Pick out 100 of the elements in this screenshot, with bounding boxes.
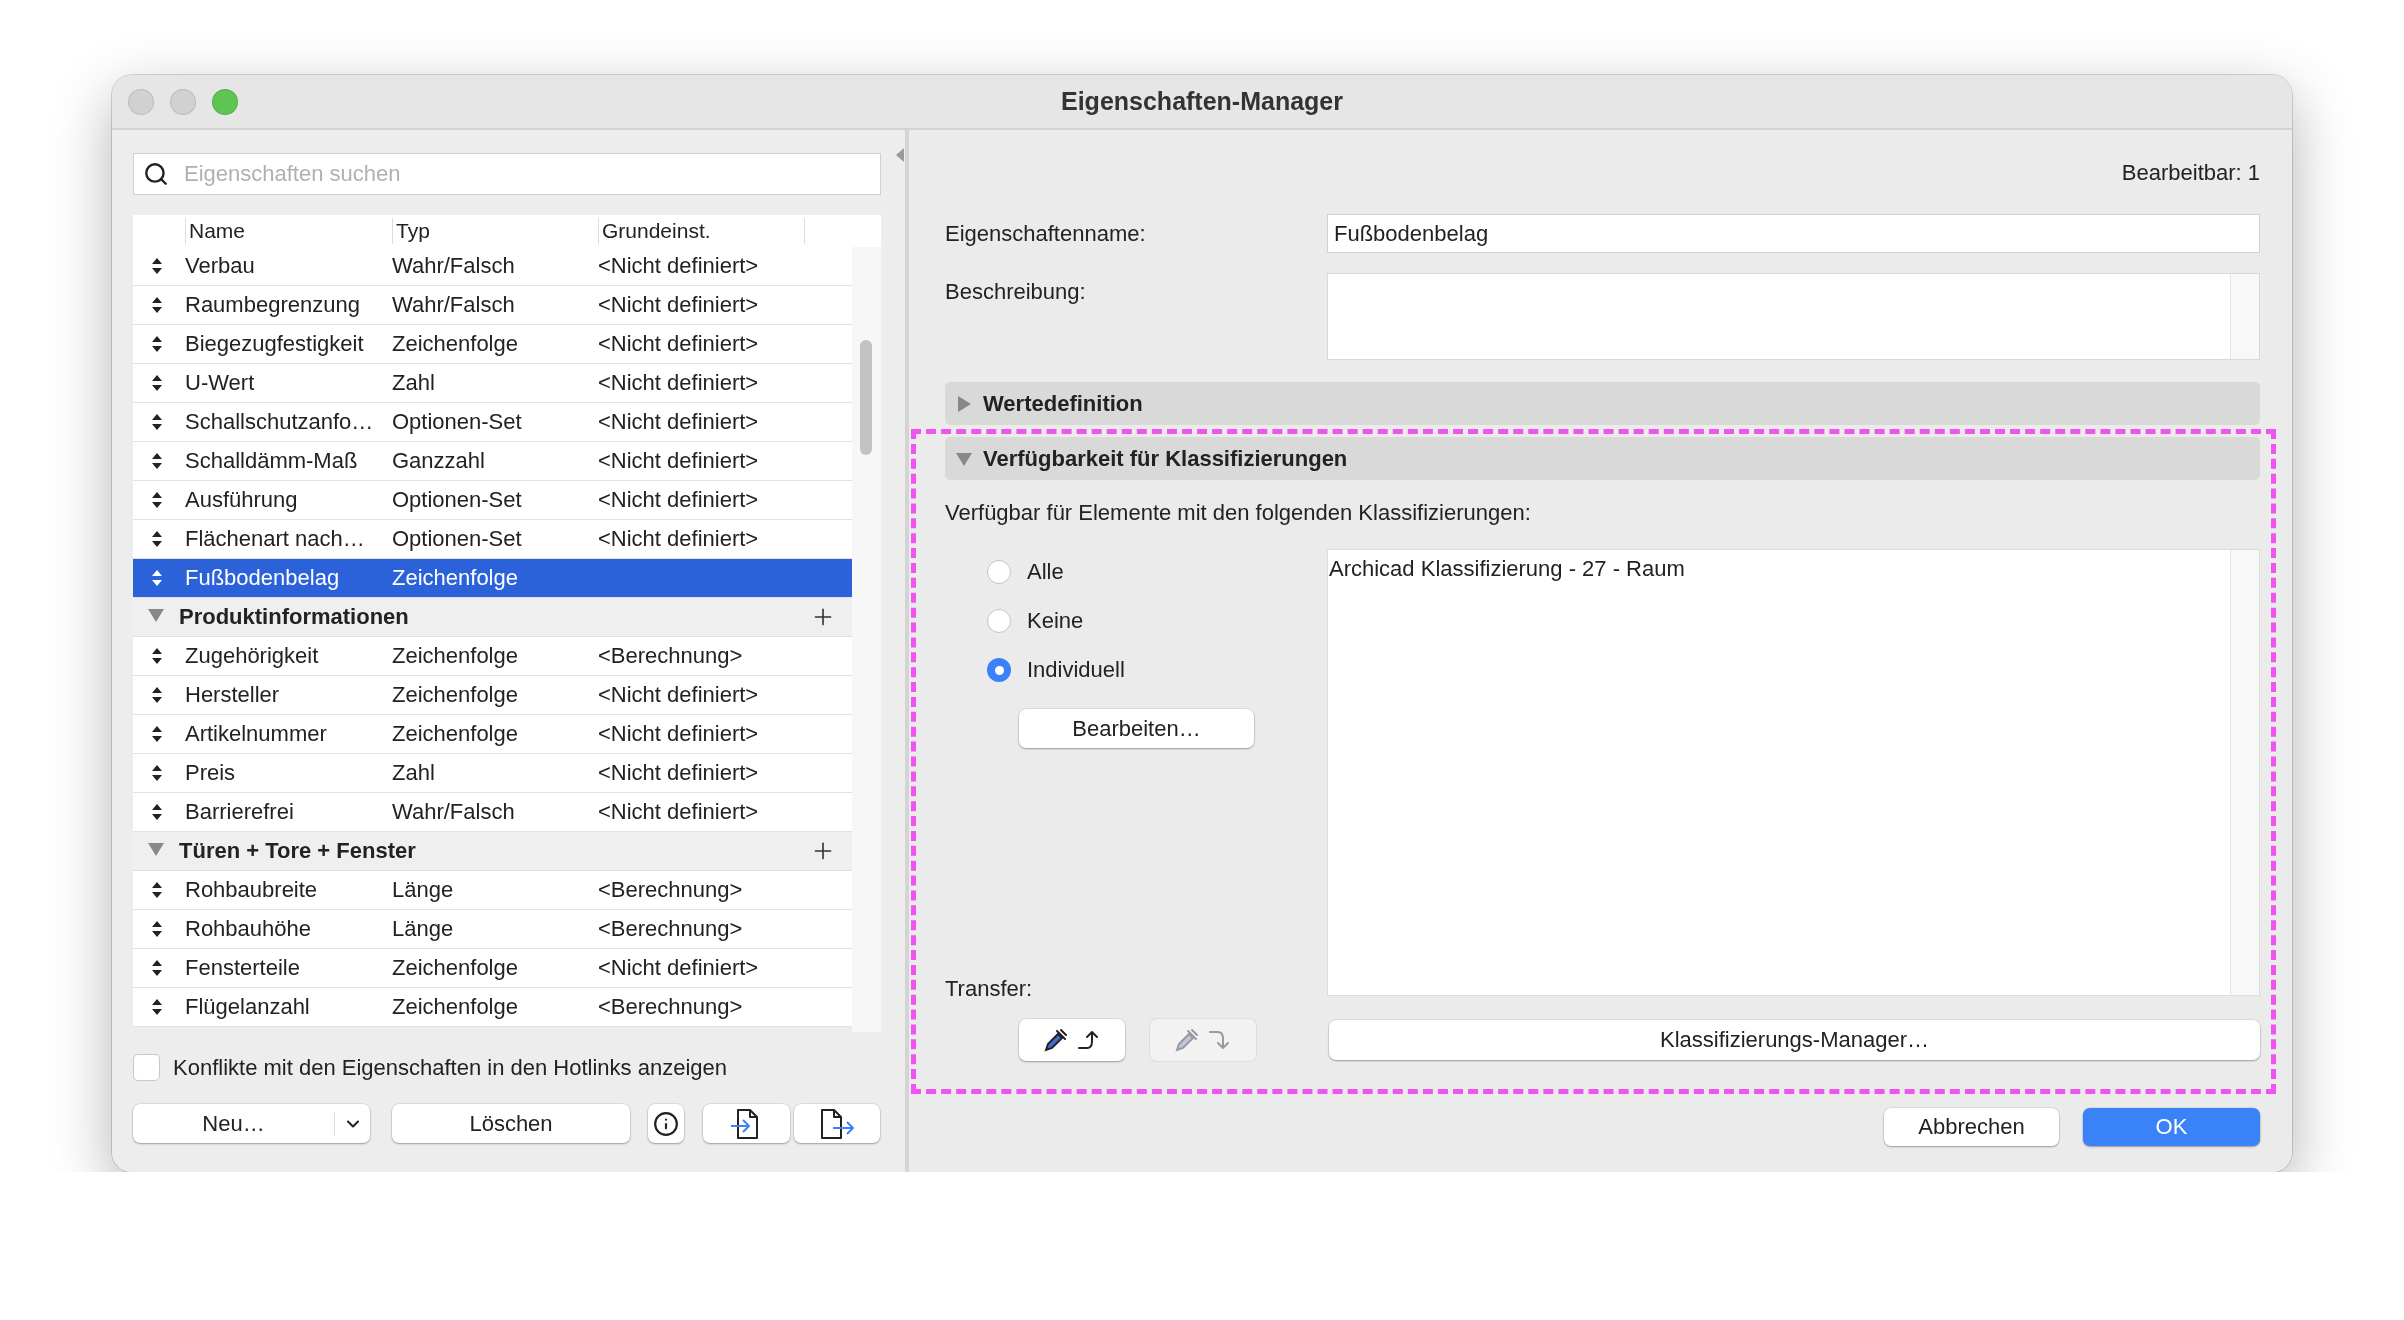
property-row[interactable]: Biegezugfestigkeit Zeichenfolge <Nicht definiert> bbox=[133, 325, 852, 364]
table-cell-text: Zeichenfolge bbox=[392, 565, 519, 591]
table-cell-text: Optionen-Set bbox=[392, 487, 523, 513]
sort-arrows-icon[interactable] bbox=[151, 530, 163, 548]
property-row[interactable]: Fußbodenbelag Zeichenfolge bbox=[133, 559, 852, 598]
property-row[interactable]: Flügelanzahl Zeichenfolge <Berechnung> bbox=[133, 988, 852, 1027]
table-cell-text: <Berechnung> bbox=[598, 643, 744, 669]
checkbox[interactable] bbox=[133, 1054, 160, 1081]
description-field[interactable] bbox=[1327, 273, 2260, 360]
disclosure-triangle-icon[interactable] bbox=[147, 606, 165, 624]
table-cell-text: <Nicht definiert> bbox=[598, 760, 760, 786]
table-cell-text: Zugehörigkeit bbox=[185, 643, 320, 669]
table-cell-text: Verbau bbox=[185, 253, 256, 279]
section-header[interactable]: Verfügbarkeit für Klassifizierungen bbox=[945, 437, 2260, 480]
sort-arrows-icon[interactable] bbox=[151, 764, 163, 782]
radio-button[interactable] bbox=[987, 560, 1011, 584]
scroll-thumb[interactable] bbox=[860, 340, 872, 455]
property-row[interactable]: Rohbaubreite Länge <Berechnung> bbox=[133, 871, 852, 910]
radio-button[interactable] bbox=[987, 609, 1011, 633]
export-button[interactable] bbox=[794, 1104, 880, 1143]
name-field[interactable]: Fußbodenbelag bbox=[1327, 214, 2260, 253]
new-button[interactable]: Neu… bbox=[133, 1104, 334, 1143]
table-cell-text: Artikelnummer bbox=[185, 721, 328, 747]
sort-arrows-icon[interactable] bbox=[151, 647, 163, 665]
search-field[interactable]: Eigenschaften suchen bbox=[133, 153, 881, 195]
classification-manager-button[interactable]: Klassifizierungs-Manager… bbox=[1329, 1020, 2260, 1060]
table-cell-text: Zeichenfolge bbox=[392, 955, 519, 981]
table-cell-text: Wahr/Falsch bbox=[392, 253, 516, 279]
property-row[interactable]: Ausführung Optionen-Set <Nicht definiert> bbox=[133, 481, 852, 520]
table-cell-text: <Nicht definiert> bbox=[598, 409, 760, 435]
info-button[interactable] bbox=[648, 1104, 684, 1143]
table-cell-text: <Nicht definiert> bbox=[598, 292, 760, 318]
table-cell-text: <Berechnung> bbox=[598, 916, 744, 942]
table-cell-text: <Nicht definiert> bbox=[598, 526, 760, 552]
sort-arrows-icon[interactable] bbox=[151, 491, 163, 509]
curved-arrow-icon bbox=[1077, 1029, 1101, 1051]
property-row[interactable]: U-Wert Zahl <Nicht definiert> bbox=[133, 364, 852, 403]
table-cell-text: <Nicht definiert> bbox=[598, 955, 760, 981]
table-cell-text: Raumbegrenzung bbox=[185, 292, 361, 318]
sort-arrows-icon[interactable] bbox=[151, 998, 163, 1016]
import-button[interactable] bbox=[703, 1104, 790, 1143]
transfer-label: Transfer: bbox=[945, 976, 1034, 1002]
curved-arrow-icon bbox=[1208, 1029, 1232, 1051]
table-cell-text: Zahl bbox=[392, 370, 436, 396]
column-header[interactable]: Grundeinst. bbox=[598, 218, 804, 244]
delete-button[interactable]: Löschen bbox=[392, 1104, 630, 1143]
table-cell-text: <Nicht definiert> bbox=[598, 799, 760, 825]
sort-arrows-icon[interactable] bbox=[151, 686, 163, 704]
property-row[interactable]: Rohbauhöhe Länge <Berechnung> bbox=[133, 910, 852, 949]
table-cell-text: Zahl bbox=[392, 760, 436, 786]
cancel-button[interactable]: Abbrechen bbox=[1884, 1108, 2059, 1146]
table-cell-text: Schalldämm-Maß bbox=[185, 448, 359, 474]
table-cell-text: Länge bbox=[392, 877, 455, 903]
ok-button[interactable]: OK bbox=[2083, 1108, 2260, 1146]
property-row[interactable]: Flächenart nach… Optionen-Set <Nicht definiert> bbox=[133, 520, 852, 559]
property-row[interactable]: Zugehörigkeit Zeichenfolge <Berechnung> bbox=[133, 637, 852, 676]
sort-arrows-icon[interactable] bbox=[151, 803, 163, 821]
table-cell-text: Ganzzahl bbox=[392, 448, 486, 474]
sort-arrows-icon[interactable] bbox=[151, 959, 163, 977]
property-row[interactable]: Barrierefrei Wahr/Falsch <Nicht definiert> bbox=[133, 793, 852, 832]
table-cell-text: <Nicht definiert> bbox=[598, 253, 760, 279]
table-cell-text: Flächenart nach… bbox=[185, 526, 366, 552]
section-header[interactable]: Wertedefinition bbox=[945, 382, 2260, 425]
availability-description: Verfügbar für Elemente mit den folgenden Klassifizierungen: bbox=[945, 500, 1532, 524]
table-cell-text: Ausführung bbox=[185, 487, 299, 513]
radio-label: Alle bbox=[1027, 559, 1064, 585]
sort-arrows-icon[interactable] bbox=[151, 725, 163, 743]
property-row[interactable]: Preis Zahl <Nicht definiert> bbox=[133, 754, 852, 793]
table-cell-text: Fensterteile bbox=[185, 955, 301, 981]
radio-button[interactable] bbox=[987, 658, 1011, 682]
sort-arrows-icon[interactable] bbox=[151, 920, 163, 938]
sort-arrows-icon[interactable] bbox=[151, 257, 163, 275]
property-row[interactable]: Schalldämm-Maß Ganzzahl <Nicht definiert> bbox=[133, 442, 852, 481]
table-cell-text: Barrierefrei bbox=[185, 799, 295, 825]
table-cell-text: Wahr/Falsch bbox=[392, 799, 516, 825]
property-row[interactable]: Verbau Wahr/Falsch <Nicht definiert> bbox=[133, 247, 852, 286]
group-name: Produktinformationen bbox=[179, 604, 410, 630]
sort-arrows-icon[interactable] bbox=[151, 335, 163, 353]
table-cell-text: <Berechnung> bbox=[598, 994, 744, 1020]
radio-label: Individuell bbox=[1027, 657, 1125, 683]
sort-arrows-icon[interactable] bbox=[151, 296, 163, 314]
disclosure-triangle-icon[interactable] bbox=[147, 840, 165, 858]
property-row[interactable]: Raumbegrenzung Wahr/Falsch <Nicht definiert> bbox=[133, 286, 852, 325]
column-header[interactable]: Typ bbox=[392, 218, 598, 244]
list-item[interactable]: Archicad Klassifizierung - 27 - Raum bbox=[1328, 550, 2230, 588]
edit-button[interactable]: Bearbeiten… bbox=[1019, 709, 1254, 748]
table-cell-text: <Berechnung> bbox=[598, 877, 744, 903]
sort-arrows-icon[interactable] bbox=[151, 881, 163, 899]
table-cell-text: Rohbaubreite bbox=[185, 877, 319, 903]
sort-arrows-icon[interactable] bbox=[151, 452, 163, 470]
new-split-button[interactable]: Neu… bbox=[133, 1104, 370, 1143]
property-row[interactable]: Hersteller Zeichenfolge <Nicht definiert> bbox=[133, 676, 852, 715]
property-row[interactable]: Schallschutzanfo… Optionen-Set <Nicht definiert> bbox=[133, 403, 852, 442]
table-cell-text: Rohbauhöhe bbox=[185, 916, 312, 942]
sort-arrows-icon[interactable] bbox=[151, 374, 163, 392]
property-row[interactable]: Artikelnummer Zeichenfolge <Nicht definiert> bbox=[133, 715, 852, 754]
transfer-button[interactable] bbox=[1019, 1019, 1125, 1061]
column-header[interactable]: Name bbox=[185, 218, 392, 244]
sort-arrows-icon[interactable] bbox=[151, 413, 163, 431]
property-row[interactable]: Fensterteile Zeichenfolge <Nicht definiert> bbox=[133, 949, 852, 988]
